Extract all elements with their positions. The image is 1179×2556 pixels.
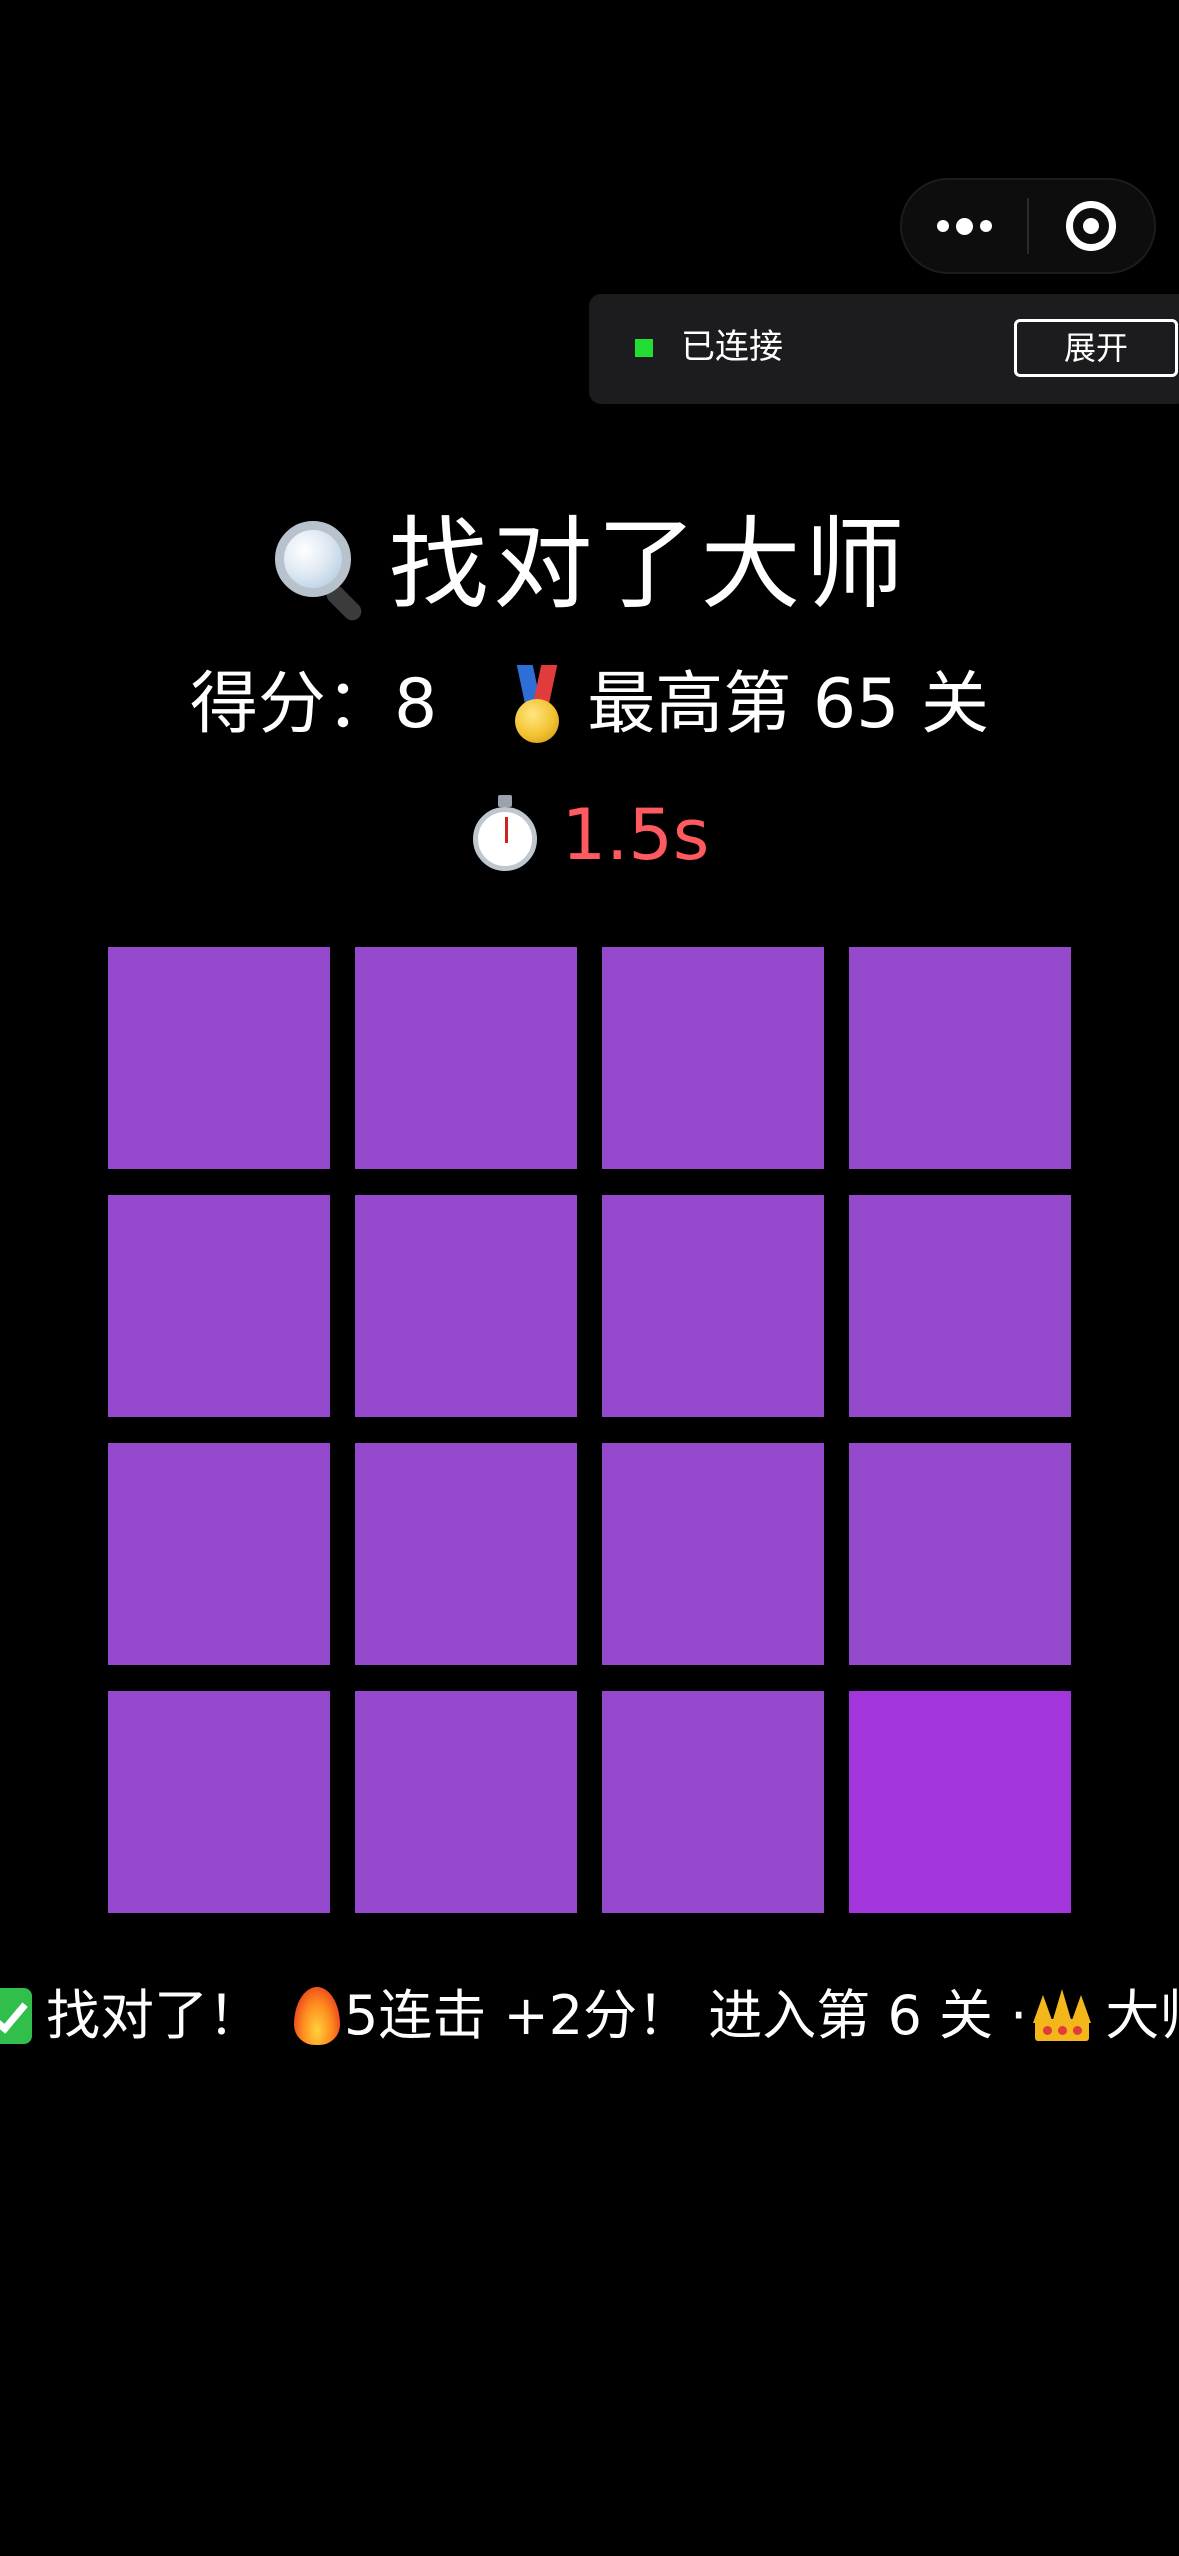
color-tile[interactable] <box>602 947 824 1169</box>
score-row: 得分： 8 最高第 65 关 <box>0 660 1179 750</box>
connection-status-text: 已连接 <box>681 327 783 367</box>
connection-indicator-icon <box>635 339 653 357</box>
color-tile[interactable] <box>355 1443 577 1665</box>
fire-icon <box>294 1987 340 2045</box>
crown-icon <box>1033 1989 1092 2041</box>
feedback-correct-text: 找对了！ <box>46 1984 262 2047</box>
page-title: 找对了大师 <box>0 500 1179 630</box>
best-level-text: 最高第 65 关 <box>587 665 990 744</box>
title-text: 找对了大师 <box>388 506 909 623</box>
color-tile[interactable] <box>108 1443 330 1665</box>
target-circle-icon <box>1066 201 1117 251</box>
color-tile[interactable] <box>355 947 577 1169</box>
timer-row: 1.5s <box>0 790 1179 880</box>
color-tile[interactable] <box>849 947 1071 1169</box>
more-dots-icon <box>937 217 992 235</box>
color-tile-grid <box>108 947 1072 1913</box>
color-tile[interactable] <box>108 947 330 1169</box>
timer-value: 1.5s <box>561 794 710 876</box>
stopwatch-icon <box>470 795 540 875</box>
color-tile[interactable] <box>849 1195 1071 1417</box>
color-tile[interactable] <box>355 1195 577 1417</box>
magnifier-icon <box>271 517 367 625</box>
color-tile[interactable] <box>108 1691 330 1913</box>
color-tile[interactable] <box>849 1443 1071 1665</box>
more-button[interactable] <box>902 180 1027 272</box>
check-mark-icon <box>0 1988 32 2044</box>
color-tile[interactable] <box>602 1195 824 1417</box>
feedback-rank-text: 大师 <box>1105 1984 1179 2047</box>
color-tile[interactable] <box>602 1443 824 1665</box>
medal-icon <box>507 665 567 745</box>
connection-status-bar: 已连接 展开 <box>589 294 1179 404</box>
feedback-message: 找对了！ 5连击 +2分！ 进入第 6 关 · 大师 <box>0 1966 1179 2066</box>
score-value: 8 <box>393 665 438 744</box>
feedback-combo-text: 5连击 +2分！ 进入第 6 关 · <box>344 1984 1028 2047</box>
expand-button[interactable]: 展开 <box>1014 319 1178 377</box>
close-miniprogram-button[interactable] <box>1029 180 1154 272</box>
color-tile[interactable] <box>108 1195 330 1417</box>
miniprogram-capsule <box>900 178 1156 274</box>
color-tile[interactable] <box>355 1691 577 1913</box>
score-label: 得分： <box>189 665 394 744</box>
color-tile[interactable] <box>849 1691 1071 1913</box>
color-tile[interactable] <box>602 1691 824 1913</box>
